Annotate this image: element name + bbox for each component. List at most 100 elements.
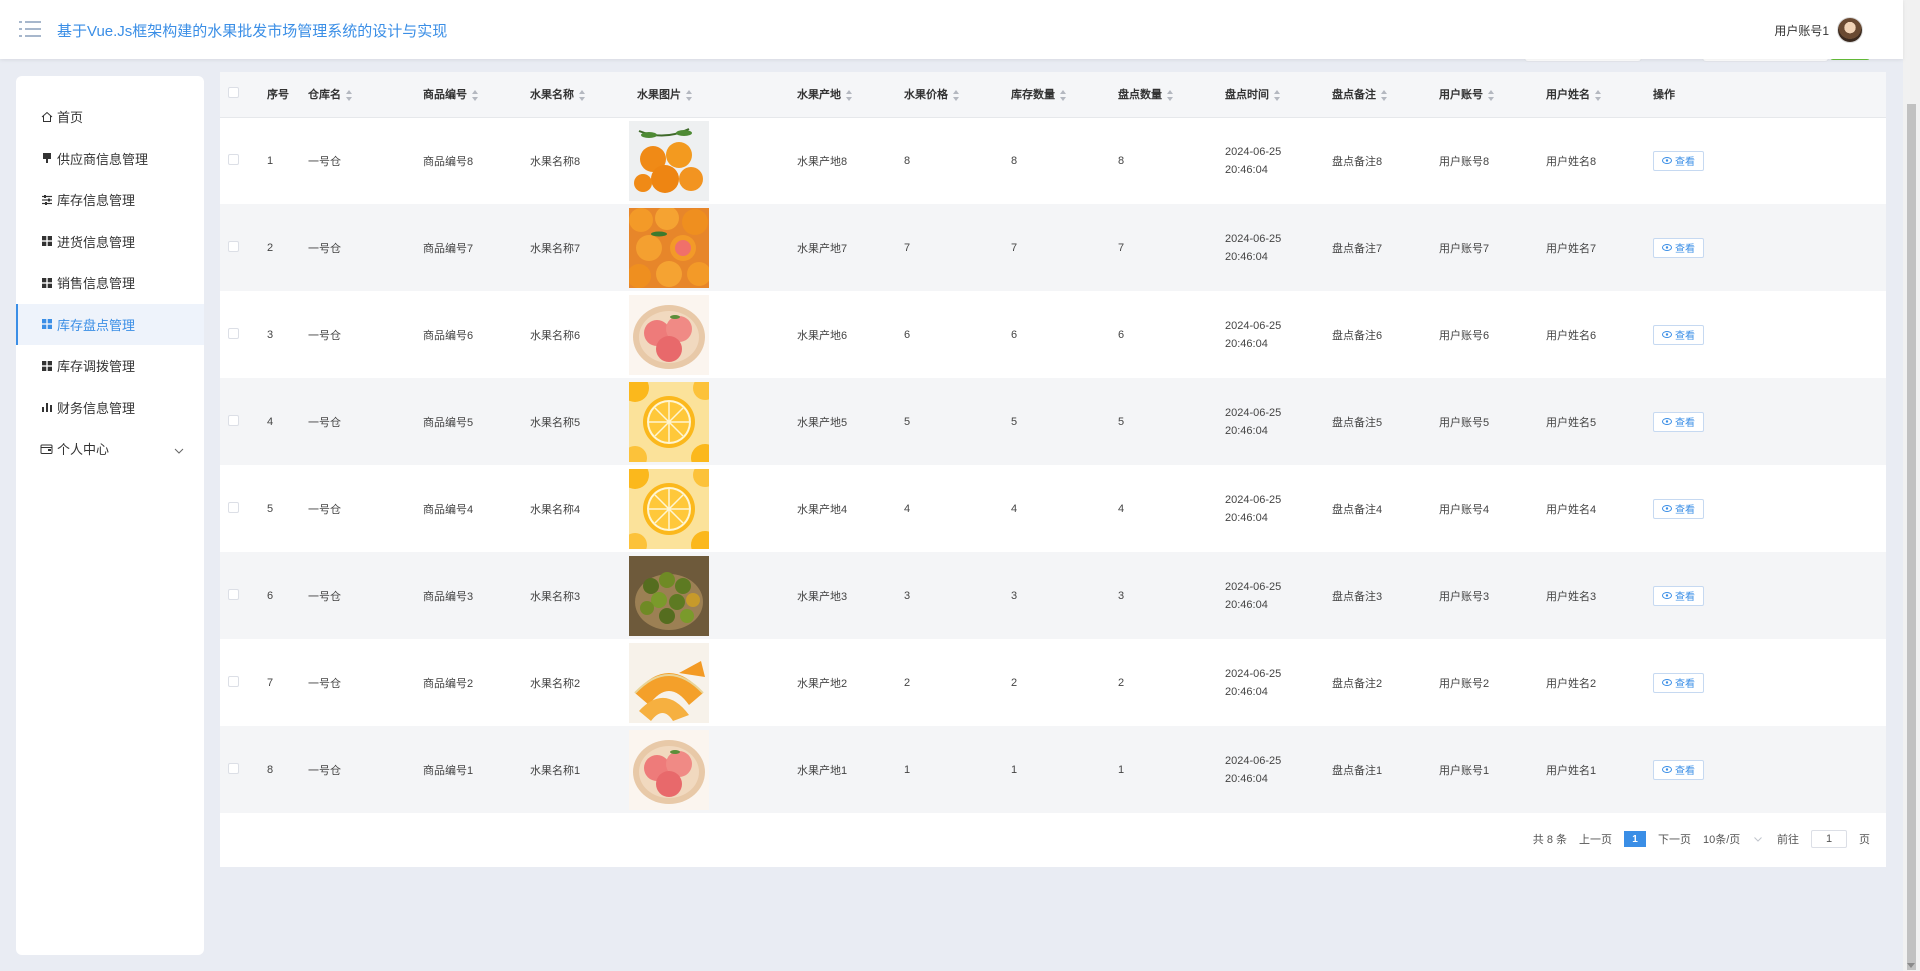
cell-action: 查看: [1643, 291, 1786, 378]
view-button[interactable]: 查看: [1653, 150, 1704, 171]
sidebar-item-6[interactable]: 库存调拨管理: [16, 345, 204, 387]
sidebar-item-2[interactable]: 库存信息管理: [16, 179, 204, 221]
sidebar-item-0[interactable]: 首页: [16, 96, 204, 138]
fruit-image-tangerines-branch[interactable]: [629, 120, 787, 201]
sort-icon[interactable]: [346, 89, 353, 101]
column-header-2[interactable]: 商品编号: [413, 72, 520, 117]
scrollbar-thumb[interactable]: [1907, 104, 1916, 970]
user-name[interactable]: 用户账号1: [1774, 22, 1829, 39]
column-header-label: 用户账号: [1439, 89, 1483, 102]
sort-icon[interactable]: [1274, 89, 1281, 101]
row-checkbox[interactable]: [228, 762, 239, 774]
menu-toggle-icon[interactable]: [19, 20, 41, 38]
column-header-8[interactable]: 盘点数量: [1108, 72, 1215, 117]
pagination-prev[interactable]: 上一页: [1579, 831, 1612, 847]
row-checkbox[interactable]: [228, 153, 239, 165]
sort-icon[interactable]: [579, 89, 586, 101]
sort-icon[interactable]: [1167, 89, 1174, 101]
cell-index: 4: [267, 415, 274, 428]
pagination-current-page[interactable]: 1: [1624, 831, 1646, 847]
sort-icon[interactable]: [472, 89, 479, 101]
column-header-10[interactable]: 盘点备注: [1322, 72, 1429, 117]
column-header-11[interactable]: 用户账号: [1429, 72, 1536, 117]
cell-stock: 7: [1011, 241, 1018, 254]
column-header-9[interactable]: 盘点时间: [1215, 72, 1322, 117]
row-select-cell: [220, 552, 257, 639]
sidebar-item-1[interactable]: 供应商信息管理: [16, 138, 204, 180]
table-row: 1 一号仓 商品编号8 水果名称8 水果产地8 8 8 8 2024-06-25 20:46:…: [220, 117, 1886, 204]
column-header-12[interactable]: 用户姓名: [1536, 72, 1643, 117]
row-checkbox[interactable]: [228, 414, 239, 426]
column-header-label: 用户姓名: [1546, 89, 1590, 102]
goto-page-input[interactable]: 1: [1811, 830, 1847, 848]
sort-icon[interactable]: [1060, 89, 1067, 101]
column-header-5[interactable]: 水果产地: [787, 72, 894, 117]
cell-price: 7: [904, 241, 911, 254]
cell-username: 用户姓名2: [1546, 677, 1597, 690]
column-header-3[interactable]: 水果名称: [520, 72, 627, 117]
row-checkbox[interactable]: [228, 588, 239, 600]
row-checkbox[interactable]: [228, 501, 239, 513]
select-all-checkbox[interactable]: [228, 87, 239, 99]
cell-stock: 8: [1011, 154, 1018, 167]
view-button-label: 查看: [1675, 244, 1695, 255]
view-button[interactable]: 查看: [1653, 411, 1704, 432]
fruit-image-peaches-plate[interactable]: [629, 729, 787, 810]
column-header-7[interactable]: 库存数量: [1001, 72, 1108, 117]
sort-icon[interactable]: [846, 89, 853, 101]
user-menu[interactable]: 用户账号1: [1774, 16, 1863, 44]
page-size-select[interactable]: 10条/页: [1703, 831, 1765, 847]
column-header-1[interactable]: 仓库名: [298, 72, 413, 117]
site-title: 基于Vue.Js框架构建的水果批发市场管理系统的设计与实现: [57, 23, 448, 40]
row-select-cell: [220, 639, 257, 726]
row-checkbox[interactable]: [228, 675, 239, 687]
table-row: 7 一号仓 商品编号2 水果名称2 水果产地2 2 2 2 2024-06-25 20:46:…: [220, 639, 1886, 726]
page-scrollbar[interactable]: [1903, 0, 1920, 971]
sort-icon[interactable]: [1595, 89, 1602, 101]
cell-counted: 4: [1118, 502, 1125, 515]
fruit-image-melon-slices[interactable]: [629, 642, 787, 723]
sort-icon[interactable]: [953, 89, 960, 101]
row-select-cell: [220, 204, 257, 291]
row-checkbox[interactable]: [228, 327, 239, 339]
sidebar-item-label: 库存盘点管理: [57, 317, 136, 333]
cell-origin: 水果产地1: [797, 764, 848, 777]
sidebar-item-8[interactable]: 个人中心: [16, 428, 204, 470]
avatar[interactable]: [1837, 17, 1863, 43]
sort-icon[interactable]: [1488, 89, 1495, 101]
cell-warehouse: 一号仓: [308, 677, 341, 690]
column-header-0[interactable]: 序号: [257, 72, 298, 117]
fruit-image-tangerines-pile[interactable]: [629, 207, 787, 288]
sort-icon[interactable]: [1381, 89, 1388, 101]
fruit-image-peaches-plate[interactable]: [629, 294, 787, 375]
view-button[interactable]: 查看: [1653, 498, 1704, 519]
view-button[interactable]: 查看: [1653, 237, 1704, 258]
view-button[interactable]: 查看: [1653, 759, 1704, 780]
eye-icon: [1662, 418, 1672, 425]
sidebar-item-3[interactable]: 进货信息管理: [16, 221, 204, 263]
fruit-image-green-citrus-basket[interactable]: [629, 555, 787, 636]
view-button[interactable]: 查看: [1653, 324, 1704, 345]
cell-index: 7: [267, 676, 274, 689]
column-header-13[interactable]: 操作: [1643, 72, 1786, 117]
column-header-6[interactable]: 水果价格: [894, 72, 1001, 117]
cell-origin: 水果产地6: [797, 329, 848, 342]
cell-index: 5: [267, 502, 274, 515]
column-header-4[interactable]: 水果图片: [627, 72, 787, 117]
row-select-cell: [220, 117, 257, 204]
row-checkbox[interactable]: [228, 240, 239, 252]
pagination: 共 8 条 上一页 1 下一页 10条/页 前往 1 页: [1533, 830, 1870, 848]
home-icon: [40, 110, 53, 123]
fruit-image-lemon-slices[interactable]: [629, 468, 787, 549]
view-button[interactable]: 查看: [1653, 672, 1704, 693]
scroll-down-arrow-icon[interactable]: [1907, 963, 1915, 968]
sidebar-item-7[interactable]: 财务信息管理: [16, 387, 204, 429]
view-button[interactable]: 查看: [1653, 585, 1704, 606]
sidebar-item-5[interactable]: 库存盘点管理: [16, 303, 204, 345]
sidebar-item-4[interactable]: 销售信息管理: [16, 262, 204, 304]
pagination-next[interactable]: 下一页: [1658, 831, 1691, 847]
cell-username: 用户姓名4: [1546, 503, 1597, 516]
sort-icon[interactable]: [686, 89, 693, 101]
cell-name: 水果名称3: [530, 590, 581, 603]
fruit-image-lemon-slices[interactable]: [629, 381, 787, 462]
